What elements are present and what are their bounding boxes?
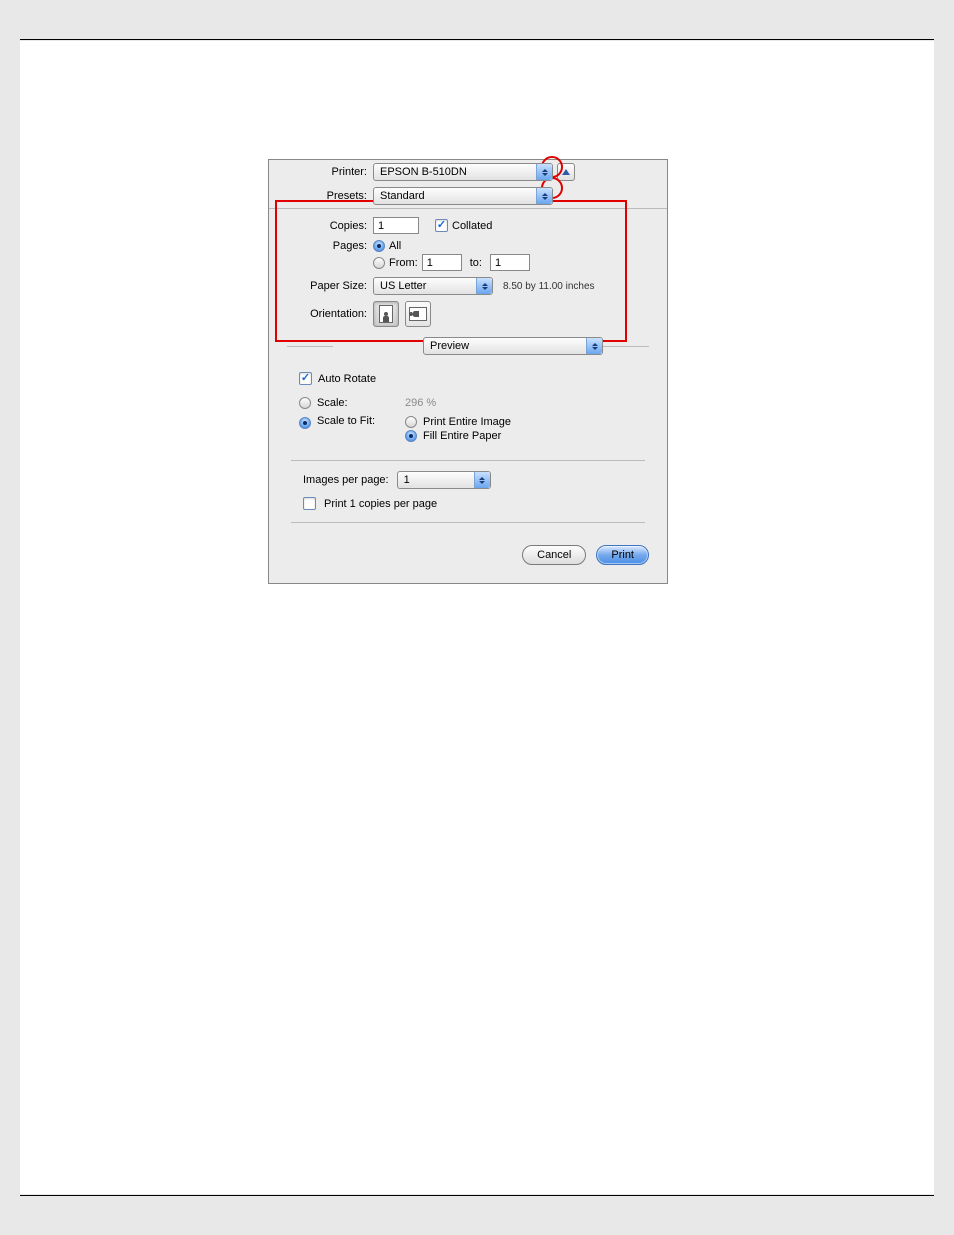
presets-select[interactable]: Standard xyxy=(373,187,553,205)
updown-arrows-icon xyxy=(586,338,602,354)
orientation-label: Orientation: xyxy=(269,308,373,320)
updown-arrows-icon xyxy=(476,278,492,294)
auto-rotate-checkbox[interactable] xyxy=(299,372,312,385)
orientation-row: Orientation: xyxy=(269,298,667,337)
images-per-page-label: Images per page: xyxy=(303,474,389,486)
scale-to-fit-label: Scale to Fit: xyxy=(317,415,399,427)
pages-from-input[interactable] xyxy=(422,254,462,271)
collapse-expand-button[interactable] xyxy=(557,163,575,181)
orientation-landscape-button[interactable] xyxy=(405,301,431,327)
pages-row: Pages: All xyxy=(269,237,667,252)
pages-label: Pages: xyxy=(269,240,373,252)
orientation-portrait-button[interactable] xyxy=(373,301,399,327)
scale-to-fit-radio[interactable] xyxy=(299,417,311,429)
printer-select-value: EPSON B-510DN xyxy=(380,166,467,178)
presets-row: Presets: Standard xyxy=(269,184,667,209)
cancel-button[interactable]: Cancel xyxy=(522,545,586,565)
auto-rotate-row: Auto Rotate xyxy=(299,369,653,388)
fill-entire-paper-label: Fill Entire Paper xyxy=(423,430,501,442)
print-entire-image-radio[interactable] xyxy=(405,416,417,428)
preview-panel: Auto Rotate Scale: 296 % Scale to Fit: P… xyxy=(269,359,667,450)
print-n-copies-label: Print 1 copies per page xyxy=(324,498,437,510)
printer-row: Printer: EPSON B-510DN xyxy=(269,160,667,184)
presets-select-value: Standard xyxy=(380,190,425,202)
papersize-dimensions: 8.50 by 11.00 inches xyxy=(503,281,595,292)
scale-radio[interactable] xyxy=(299,397,311,409)
person-icon xyxy=(383,312,389,322)
images-per-page-row: Images per page: 1 xyxy=(303,471,633,489)
collated-checkbox[interactable] xyxy=(435,219,448,232)
printer-select[interactable]: EPSON B-510DN xyxy=(373,163,553,181)
images-per-page-select[interactable]: 1 xyxy=(397,471,491,489)
triangle-up-icon xyxy=(562,169,570,175)
page-body: Printer: EPSON B-510DN Presets: Standard xyxy=(20,41,934,1194)
presets-label: Presets: xyxy=(269,190,373,202)
print-dialog: Printer: EPSON B-510DN Presets: Standard xyxy=(268,159,668,584)
papersize-select[interactable]: US Letter xyxy=(373,277,493,295)
pages-to-label: to: xyxy=(466,257,486,269)
pages-all-radio[interactable] xyxy=(373,240,385,252)
panel-select-row: Preview xyxy=(287,337,649,355)
person-icon xyxy=(409,311,419,317)
scale-value: 296 % xyxy=(405,397,436,409)
images-per-page-block: Images per page: 1 Print 1 copies per pa… xyxy=(291,460,645,523)
images-per-page-value: 1 xyxy=(404,474,410,486)
panel-select[interactable]: Preview xyxy=(423,337,603,355)
auto-rotate-label: Auto Rotate xyxy=(318,373,376,385)
print-button-label: Print xyxy=(611,549,634,561)
print-n-copies-row: Print 1 copies per page xyxy=(303,497,633,510)
updown-arrows-icon xyxy=(536,164,552,180)
panel-select-value: Preview xyxy=(430,340,469,352)
papersize-select-value: US Letter xyxy=(380,280,426,292)
updown-arrows-icon xyxy=(474,472,490,488)
print-entire-image-label: Print Entire Image xyxy=(423,416,511,428)
printer-label: Printer: xyxy=(269,166,373,178)
papersize-label: Paper Size: xyxy=(269,280,373,292)
pages-from-row: From: to: xyxy=(269,252,667,274)
print-button[interactable]: Print xyxy=(596,545,649,565)
copies-input[interactable] xyxy=(373,217,419,234)
papersize-row: Paper Size: US Letter 8.50 by 11.00 inch… xyxy=(269,274,667,298)
collated-label: Collated xyxy=(452,220,492,232)
dialog-footer: Cancel Print xyxy=(522,545,649,565)
landscape-page-icon xyxy=(409,307,427,321)
copies-row: Copies: Collated xyxy=(269,209,667,237)
cancel-button-label: Cancel xyxy=(537,549,571,561)
pages-from-radio[interactable] xyxy=(373,257,385,269)
scale-to-fit-row: Scale to Fit: Print Entire Image Fill En… xyxy=(299,412,653,446)
updown-arrows-icon xyxy=(536,188,552,204)
scale-label: Scale: xyxy=(317,397,399,409)
page-top-rule xyxy=(20,0,934,40)
pages-from-label: From: xyxy=(389,257,418,269)
pages-to-input[interactable] xyxy=(490,254,530,271)
print-n-copies-checkbox[interactable] xyxy=(303,497,316,510)
pages-all-label: All xyxy=(389,240,401,252)
page-bottom-rule xyxy=(20,1195,934,1235)
scale-row: Scale: 296 % xyxy=(299,394,653,412)
fill-entire-paper-radio[interactable] xyxy=(405,430,417,442)
copies-label: Copies: xyxy=(269,220,373,232)
portrait-page-icon xyxy=(379,305,393,323)
